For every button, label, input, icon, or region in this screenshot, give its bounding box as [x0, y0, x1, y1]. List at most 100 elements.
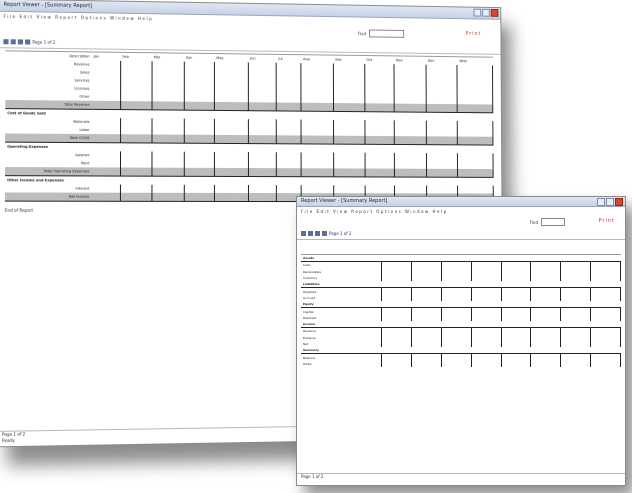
- table-cell: [120, 184, 152, 193]
- report-window-front: Report Viewer - [Summary Report] File Ed…: [296, 196, 626, 486]
- table-cell: [457, 104, 493, 113]
- table-cell: [364, 168, 395, 178]
- close-icon[interactable]: [615, 198, 623, 206]
- table-cell: [91, 76, 121, 85]
- table-cell: [214, 118, 249, 128]
- table-cell: [276, 127, 302, 136]
- table-cell: [441, 287, 472, 295]
- table-cell: [214, 192, 249, 202]
- report-table: Assets Cash Receivables Inventory Liabilitie…: [301, 255, 621, 368]
- table-cell: [301, 152, 334, 161]
- toolbar: Find Print: [297, 216, 625, 228]
- table-row: Cash: [301, 261, 621, 269]
- section-header: Liabilities: [301, 281, 621, 289]
- table-cell: [530, 353, 562, 361]
- table-cell: [501, 360, 532, 368]
- table-cell: [590, 307, 621, 315]
- minimize-icon[interactable]: [597, 198, 605, 206]
- table-cell: [530, 261, 562, 269]
- table-cell: [276, 119, 302, 128]
- table-cell: [248, 152, 277, 161]
- table-cell: [364, 120, 395, 129]
- table-cell: [411, 360, 442, 368]
- table-cell: [457, 153, 494, 162]
- table-cell: [183, 118, 215, 127]
- table-cell: [355, 287, 383, 295]
- table-cell: [333, 127, 365, 136]
- section-title: Summary: [301, 347, 621, 355]
- table-cell: [183, 159, 215, 168]
- navigation-toolbar: Page 1 of 2: [297, 228, 625, 240]
- table-cell: [151, 134, 184, 144]
- table-cell: [248, 127, 277, 136]
- table-cell: [151, 126, 184, 135]
- search-input[interactable]: [541, 218, 565, 226]
- table-cell: [91, 84, 121, 94]
- table-cell: [471, 287, 502, 295]
- table-cell: [560, 360, 592, 368]
- table-cell: [411, 327, 442, 335]
- window-controls: [473, 8, 499, 17]
- table-cell: [381, 327, 413, 335]
- prev-page-icon[interactable]: [10, 38, 16, 44]
- close-icon[interactable]: [490, 8, 499, 17]
- table-row: Totals: [301, 360, 621, 368]
- table-row: Capital: [301, 307, 621, 315]
- table-cell: [457, 161, 494, 170]
- print-link[interactable]: Print: [598, 218, 615, 224]
- search-label: Find: [358, 30, 367, 36]
- table-cell: [441, 360, 472, 368]
- table-cell: [501, 353, 532, 361]
- table-cell: [355, 261, 383, 269]
- table-cell: [214, 134, 249, 144]
- report-table: Description Jan Feb Mar Apr May Jun Jul Aug Sep Oc…: [4, 51, 494, 202]
- table-cell: [276, 135, 302, 144]
- table-cell: [183, 184, 215, 193]
- table-cell: [91, 125, 121, 135]
- table-cell: [457, 185, 494, 194]
- first-page-icon[interactable]: [3, 38, 9, 44]
- last-page-icon[interactable]: [322, 231, 327, 236]
- table-cell: [457, 120, 493, 129]
- table-cell: [120, 134, 152, 144]
- table-cell: [91, 159, 121, 168]
- table-cell: [183, 126, 215, 135]
- table-cell: [394, 160, 427, 169]
- table-cell: [590, 287, 621, 295]
- table-cell: [457, 128, 493, 137]
- table-cell: [333, 185, 365, 194]
- next-page-icon[interactable]: [17, 38, 24, 44]
- table-cell: [120, 101, 152, 110]
- next-page-icon[interactable]: [315, 231, 320, 236]
- table-cell: [441, 307, 472, 315]
- table-cell: [301, 168, 334, 177]
- table-cell: [333, 103, 365, 112]
- maximize-icon[interactable]: [482, 8, 490, 17]
- first-page-icon[interactable]: [301, 231, 306, 236]
- table-cell: [394, 152, 427, 161]
- window-title: Report Viewer - [Summary Report]: [301, 198, 388, 204]
- search-input[interactable]: [369, 29, 405, 38]
- table-cell: [248, 102, 277, 111]
- print-link[interactable]: Print: [465, 31, 481, 37]
- table-cell: [441, 261, 472, 269]
- table-cell: [183, 101, 215, 111]
- table-cell: [530, 360, 562, 368]
- minimize-icon[interactable]: [473, 8, 482, 17]
- table-cell: [151, 151, 184, 160]
- table-cell: [151, 159, 184, 168]
- last-page-icon[interactable]: [25, 38, 31, 45]
- table-cell: [355, 327, 383, 335]
- page-indicator: Page 1 of 2: [32, 39, 56, 45]
- table-cell: [425, 103, 458, 113]
- menu-bar[interactable]: File Edit View Report Options Window Hel…: [297, 207, 625, 216]
- table-cell: [276, 94, 302, 103]
- prev-page-icon[interactable]: [308, 231, 313, 236]
- table-cell: [276, 70, 302, 79]
- table-cell: [364, 103, 395, 112]
- maximize-icon[interactable]: [606, 198, 614, 206]
- table-cell: [394, 103, 426, 113]
- table-cell: [333, 119, 365, 128]
- table-cell: [151, 192, 184, 202]
- table-cell: [214, 151, 249, 161]
